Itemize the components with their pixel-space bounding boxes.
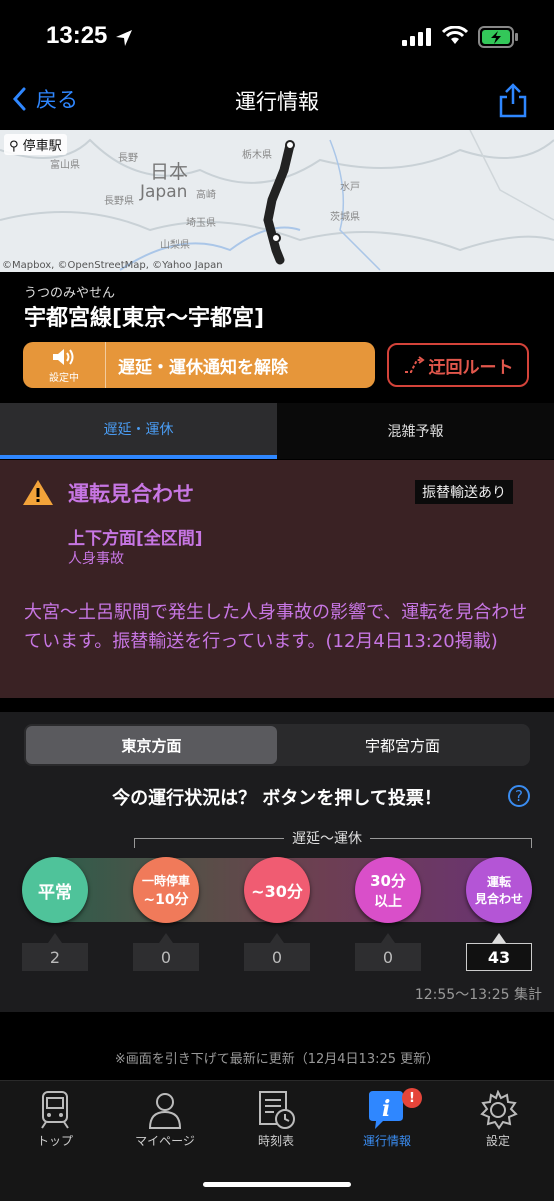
info-tabs: 遅延・運休 混雑予報 [0,403,554,459]
transfer-badge: 振替輸送あり [415,480,513,504]
tab-congestion[interactable]: 混雑予報 [277,403,554,459]
vote-option-label: 一時停車 [141,873,190,888]
vote-option-label: 30分 [370,871,406,890]
vote-button-30min[interactable]: ~30分 [244,857,310,923]
vote-option-label: 平常 [38,882,72,903]
detour-icon [404,356,425,373]
stop-station-text: 停車駅 [22,139,62,154]
detour-label: 迂回ルート [428,357,514,378]
speaker-icon [53,349,74,365]
svg-text:高崎: 高崎 [196,188,216,201]
vote-count-over30: 0 [355,933,421,971]
tabbar-timetable[interactable]: 時刻表 [221,1088,331,1149]
vote-option-normal[interactable]: 平常 [22,857,88,923]
svg-text:長野県: 長野県 [104,195,134,207]
vote-count: 0 [244,943,310,971]
vote-option-over30[interactable]: 30分 以上 [355,857,421,923]
direction-segmented-control: 東京方面 宇都宮方面 [24,724,530,766]
tabbar-label: 運行情報 [362,1134,411,1148]
notification-badge: ! [402,1088,422,1108]
vote-option-sublabel: 見合わせ [474,892,523,906]
notify-label: 遅延・運休通知を解除 [118,357,288,378]
map-canvas: 日本 Japan 長野 富山県 栃木県 茨城県 埼玉県 山梨県 水戸 長野県 高… [0,130,554,271]
map-label-nihon: 日本 [150,161,188,183]
line-name: 宇都宮線[東京〜宇都宮] [24,306,265,331]
svg-text:茨城県: 茨城県 [330,210,360,223]
tabbar-mypage[interactable]: マイページ [110,1088,220,1149]
notification-toggle-button[interactable]: 設定中 遅延・運休通知を解除 [23,342,375,388]
svg-text:長野: 長野 [118,152,138,164]
vote-button-normal[interactable]: 平常 [22,857,88,923]
segment-tokyo[interactable]: 東京方面 [26,726,277,764]
tabbar-top[interactable]: トップ [0,1088,110,1149]
vote-count: 0 [355,943,421,971]
vote-count-stop10: 0 [133,933,199,971]
vote-button-over30[interactable]: 30分 以上 [355,857,421,923]
vote-option-label: ~30分 [251,882,303,901]
share-icon[interactable] [498,82,528,118]
map-label-japan: Japan [139,182,187,202]
line-ruby: うつのみやせん [24,286,116,301]
svg-text:埼玉県: 埼玉県 [186,216,216,229]
vote-count: 43 [466,943,532,971]
tabbar-label: トップ [36,1134,73,1148]
vote-option-suspended[interactable]: 運転 見合わせ [466,857,532,923]
vote-count-normal: 2 [22,933,88,971]
aggregation-period: 12:55〜13:25 集計 [414,987,542,1003]
location-arrow-icon [116,30,132,46]
vote-option-30min[interactable]: ~30分 [244,857,310,923]
vote-option-sublabel: ~10分 [143,891,189,908]
home-indicator [203,1182,351,1187]
vote-option-sublabel: 以上 [374,893,402,910]
tabbar-label: マイページ [135,1134,195,1148]
alert-title: 運転見合わせ [68,482,194,506]
route-line [263,140,295,265]
bracket-label: 遅延〜運休 [284,828,370,848]
vote-count-30min: 0 [244,933,310,971]
signal-icon [402,28,431,46]
tabbar-label: 設定 [485,1134,510,1148]
svg-text:水戸: 水戸 [340,181,360,193]
help-icon[interactable]: ? [508,785,530,807]
vote-button-stop10[interactable]: 一時停車 ~10分 [133,857,199,923]
battery-charging-icon [478,26,518,48]
svg-text:i: i [382,1096,390,1122]
alert-direction: 上下方面[全区間] [68,529,203,549]
timetable-icon [259,1091,295,1129]
vote-option-label: 運転 [486,875,511,889]
gear-icon [480,1090,518,1130]
alert-description: 大宮〜土呂駅間で発生した人身事故の影響で、運転を見合わせています。振替輸送を行っ… [24,602,528,652]
vote-option-stop10[interactable]: 一時停車 ~10分 [133,857,199,923]
refresh-note: ※画面を引き下げて最新に更新（12月4日13:25 更新） [114,1052,440,1067]
person-icon [148,1093,182,1129]
notify-status: 設定中 [23,342,106,388]
notify-status-label: 設定中 [49,373,79,384]
vote-count: 0 [133,943,199,971]
pin-icon: ⚲ [9,139,19,154]
tabbar-service-info[interactable]: i ! 運行情報 [332,1088,442,1149]
svg-text:富山県: 富山県 [50,158,80,171]
svg-text:山梨県: 山梨県 [160,238,190,251]
page-title: 運行情報 [235,90,319,114]
vote-count-suspended: 43 [466,933,532,971]
train-icon [41,1091,69,1129]
status-time: 13:25 [46,22,108,49]
tabbar-settings[interactable]: 設定 [443,1088,553,1149]
route-map[interactable]: 日本 Japan 長野 富山県 栃木県 茨城県 埼玉県 山梨県 水戸 長野県 高… [0,130,554,272]
segment-utsunomiya[interactable]: 宇都宮方面 [277,726,528,764]
wifi-icon [442,26,468,44]
vote-button-suspended[interactable]: 運転 見合わせ [466,857,532,923]
tab-delay[interactable]: 遅延・運休 [0,403,277,459]
tabbar-label: 時刻表 [257,1134,294,1148]
map-attribution: ©Mapbox, ©OpenStreetMap, ©Yahoo Japan [2,260,223,271]
vote-count: 2 [22,943,88,971]
vote-question: 今の運行状況は？ ボタンを押して投票！ [112,788,442,809]
svg-text:栃木県: 栃木県 [242,148,272,161]
detour-route-button[interactable]: 迂回ルート [387,343,529,387]
stop-station-label: ⚲ 停車駅 [4,134,67,155]
alert-cause: 人身事故 [68,551,124,567]
warning-icon [23,480,53,505]
